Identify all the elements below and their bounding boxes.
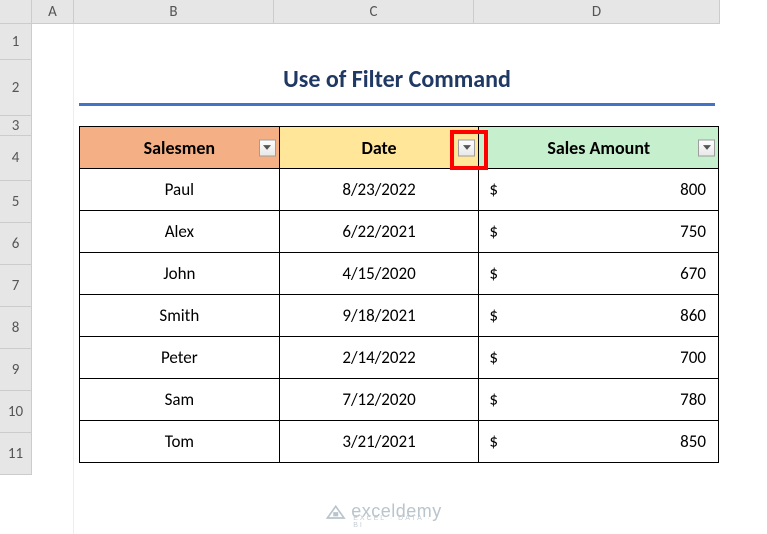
cell-salesman[interactable]: Smith xyxy=(80,295,280,337)
header-amount-label: Sales Amount xyxy=(547,137,650,159)
table-row[interactable]: Alex6/22/2021$750 xyxy=(80,211,719,253)
cell-date[interactable]: 8/23/2022 xyxy=(279,169,479,211)
cell-salesman[interactable]: John xyxy=(80,253,280,295)
header-salesmen[interactable]: Salesmen xyxy=(80,127,280,169)
currency-symbol: $ xyxy=(489,221,498,242)
currency-symbol: $ xyxy=(489,305,498,326)
sales-table: Salesmen Date Sales Amount xyxy=(79,126,719,463)
cell-date[interactable]: 9/18/2021 xyxy=(279,295,479,337)
header-date[interactable]: Date xyxy=(279,127,479,169)
select-all-corner[interactable] xyxy=(0,0,32,24)
row-header-2[interactable]: 2 xyxy=(0,60,32,116)
cell-date[interactable]: 6/22/2021 xyxy=(279,211,479,253)
row-header-4[interactable]: 4 xyxy=(0,136,32,181)
col-header-d[interactable]: D xyxy=(474,0,720,24)
cell-amount[interactable]: $750 xyxy=(479,211,719,253)
cell-amount[interactable]: $780 xyxy=(479,379,719,421)
amount-value: 850 xyxy=(680,431,706,452)
table-row[interactable]: Smith9/18/2021$860 xyxy=(80,295,719,337)
cell-salesman[interactable]: Peter xyxy=(80,337,280,379)
cell-amount[interactable]: $800 xyxy=(479,169,719,211)
row-header-5[interactable]: 5 xyxy=(0,181,32,223)
cell-date[interactable]: 7/12/2020 xyxy=(279,379,479,421)
table-row[interactable]: Peter2/14/2022$700 xyxy=(80,337,719,379)
watermark-logo-icon xyxy=(325,504,345,520)
cell-salesman[interactable]: Alex xyxy=(80,211,280,253)
column-a-area[interactable] xyxy=(32,24,74,534)
page-title: Use of Filter Command xyxy=(79,56,715,106)
cell-salesman[interactable]: Paul xyxy=(80,169,280,211)
col-header-b[interactable]: B xyxy=(74,0,274,24)
currency-symbol: $ xyxy=(489,431,498,452)
cell-date[interactable]: 4/15/2020 xyxy=(279,253,479,295)
cell-salesman[interactable]: Tom xyxy=(80,421,280,463)
row-header-11[interactable]: 11 xyxy=(0,433,32,475)
header-salesmen-label: Salesmen xyxy=(144,137,215,159)
row-header-7[interactable]: 7 xyxy=(0,265,32,307)
cell-date[interactable]: 3/21/2021 xyxy=(279,421,479,463)
cell-amount[interactable]: $860 xyxy=(479,295,719,337)
currency-symbol: $ xyxy=(489,263,498,284)
cell-amount[interactable]: $670 xyxy=(479,253,719,295)
amount-value: 860 xyxy=(680,305,706,326)
row-header-1[interactable]: 1 xyxy=(0,24,32,60)
amount-value: 670 xyxy=(680,263,706,284)
table-row[interactable]: Tom3/21/2021$850 xyxy=(80,421,719,463)
amount-value: 750 xyxy=(680,221,706,242)
col-header-c[interactable]: C xyxy=(274,0,474,24)
table-row[interactable]: Paul8/23/2022$800 xyxy=(80,169,719,211)
cell-amount[interactable]: $700 xyxy=(479,337,719,379)
col-header-a[interactable]: A xyxy=(32,0,74,24)
dropdown-icon xyxy=(703,145,711,151)
cell-salesman[interactable]: Sam xyxy=(80,379,280,421)
dropdown-icon xyxy=(463,145,471,151)
table-row[interactable]: John4/15/2020$670 xyxy=(80,253,719,295)
watermark-tagline: EXCEL · DATA · BI xyxy=(353,515,442,529)
filter-button-salesmen[interactable] xyxy=(259,139,276,156)
amount-value: 780 xyxy=(680,389,706,410)
row-header-9[interactable]: 9 xyxy=(0,349,32,391)
header-date-label: Date xyxy=(361,137,396,159)
row-header-8[interactable]: 8 xyxy=(0,307,32,349)
row-header-3[interactable]: 3 xyxy=(0,116,32,136)
table-row[interactable]: Sam7/12/2020$780 xyxy=(80,379,719,421)
header-amount[interactable]: Sales Amount xyxy=(479,127,719,169)
currency-symbol: $ xyxy=(489,179,498,200)
dropdown-icon xyxy=(263,145,271,151)
currency-symbol: $ xyxy=(489,389,498,410)
amount-value: 800 xyxy=(680,179,706,200)
cell-amount[interactable]: $850 xyxy=(479,421,719,463)
spreadsheet-grid: A B C D xyxy=(0,0,767,24)
watermark: exceldemy EXCEL · DATA · BI xyxy=(325,501,442,522)
currency-symbol: $ xyxy=(489,347,498,368)
row-header-6[interactable]: 6 xyxy=(0,223,32,265)
filter-button-amount[interactable] xyxy=(698,139,715,156)
cell-date[interactable]: 2/14/2022 xyxy=(279,337,479,379)
filter-button-date[interactable] xyxy=(458,139,475,156)
amount-value: 700 xyxy=(680,347,706,368)
row-header-10[interactable]: 10 xyxy=(0,391,32,433)
